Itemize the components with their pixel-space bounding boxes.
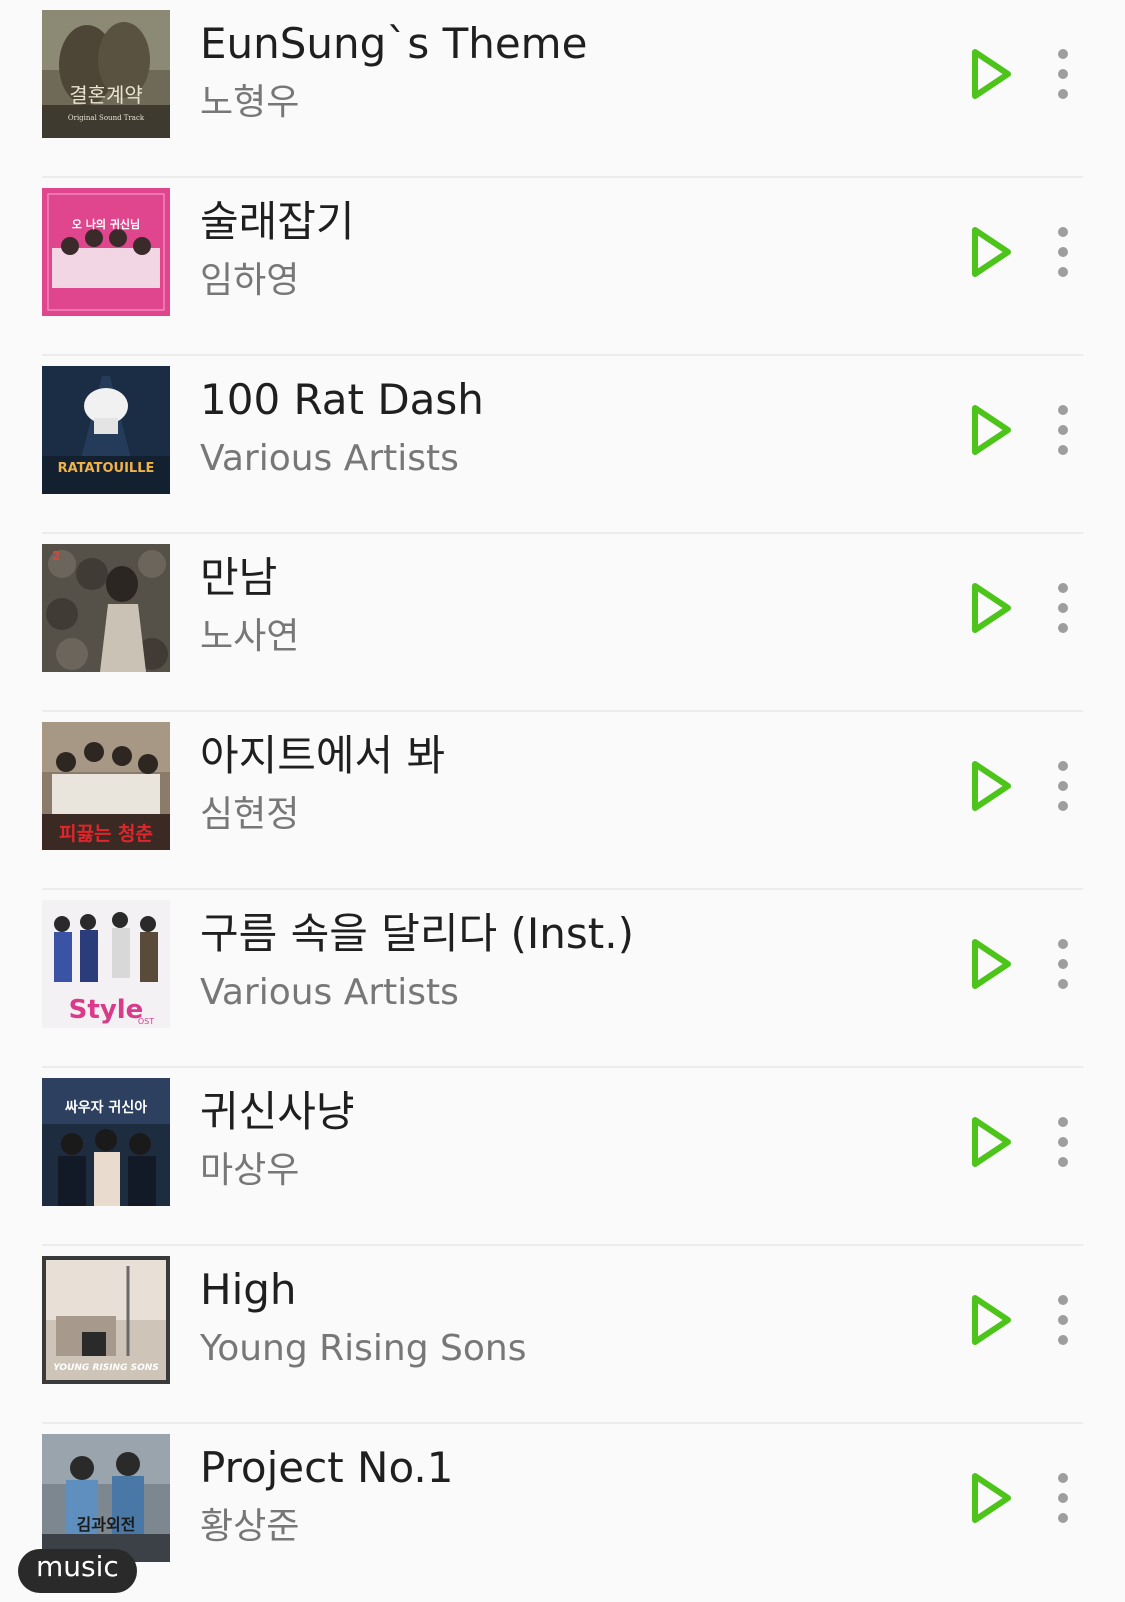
more-options-icon[interactable] [1048,44,1078,104]
album-art-text: 싸우자 귀신아 [65,1099,147,1116]
more-options-icon[interactable] [1048,1468,1078,1528]
more-options-icon[interactable] [1048,756,1078,816]
song-artist: 노사연 [200,616,300,657]
play-icon[interactable] [966,46,1016,102]
song-row[interactable]: 피끓는 청춘 아지트에서 봐 심현정 [0,712,1125,890]
album-art-text: 결혼계약 [69,83,143,107]
play-icon[interactable] [966,758,1016,814]
album-art-caption: OST [138,1017,154,1026]
song-title: Project No.1 [200,1443,454,1492]
song-row[interactable]: YOUNG RISING SONS High Young Rising Sons [0,1246,1125,1424]
song-row[interactable]: 김과외전 Project No.1 황상준 [0,1424,1125,1602]
play-icon[interactable] [966,1114,1016,1170]
more-options-icon[interactable] [1048,578,1078,638]
song-row[interactable]: 결혼계약 Original Sound Track EunSung`s Them… [0,0,1125,178]
song-title: 귀신사냥 [200,1087,355,1136]
song-artist: Various Artists [200,438,459,479]
song-artist: Various Artists [200,972,459,1013]
album-art-text: RATATOUILLE [58,461,155,476]
more-options-icon[interactable] [1048,1112,1078,1172]
song-row[interactable]: RATATOUILLE 100 Rat Dash Various Artists [0,356,1125,534]
song-artist: 황상준 [200,1506,300,1547]
album-art-text: 김과외전 [77,1515,136,1534]
album-art: 싸우자 귀신아 [42,1078,170,1206]
play-icon[interactable] [966,1292,1016,1348]
play-icon[interactable] [966,224,1016,280]
more-options-icon[interactable] [1048,222,1078,282]
song-artist: 마상우 [200,1150,300,1191]
song-row[interactable]: 오 나의 귀신님 술래잡기 임하영 [0,178,1125,356]
play-icon[interactable] [966,402,1016,458]
song-title: EunSung`s Theme [200,19,588,68]
song-title: 아지트에서 봐 [200,731,446,780]
album-art-text: YOUNG RISING SONS [53,1363,159,1373]
song-row[interactable]: 싸우자 귀신아 귀신사냥 마상우 [0,1068,1125,1246]
song-row[interactable]: Style OST 구름 속을 달리다 (Inst.) Various Arti… [0,890,1125,1068]
album-art: Style OST [42,900,170,1028]
album-art: RATATOUILLE [42,366,170,494]
album-art: 결혼계약 Original Sound Track [42,10,170,138]
music-tab-pill[interactable]: music [18,1549,137,1593]
svg-text:2: 2 [52,549,60,563]
song-title: High [200,1265,297,1314]
album-art: 2 [42,544,170,672]
song-row[interactable]: 2 만남 노사연 [0,534,1125,712]
more-options-icon[interactable] [1048,934,1078,994]
song-title: 구름 속을 달리다 (Inst.) [200,909,635,958]
song-artist: Young Rising Sons [200,1328,527,1369]
album-art-caption: Original Sound Track [68,114,145,122]
song-artist: 임하영 [200,260,300,301]
more-options-icon[interactable] [1048,1290,1078,1350]
play-icon[interactable] [966,1470,1016,1526]
album-art: 오 나의 귀신님 [42,188,170,316]
album-art: 김과외전 [42,1434,170,1562]
song-list: 결혼계약 Original Sound Track EunSung`s Them… [0,0,1125,1602]
album-art-text: 피끓는 청춘 [59,823,153,845]
album-art: 피끓는 청춘 [42,722,170,850]
song-artist: 노형우 [200,82,300,123]
album-art: YOUNG RISING SONS [42,1256,170,1384]
play-icon[interactable] [966,580,1016,636]
album-art-text: Style [69,995,144,1025]
album-art-text: 오 나의 귀신님 [72,217,140,231]
song-artist: 심현정 [200,794,300,835]
song-title: 술래잡기 [200,197,355,246]
song-title: 100 Rat Dash [200,375,484,424]
song-title: 만남 [200,553,278,602]
more-options-icon[interactable] [1048,400,1078,460]
play-icon[interactable] [966,936,1016,992]
